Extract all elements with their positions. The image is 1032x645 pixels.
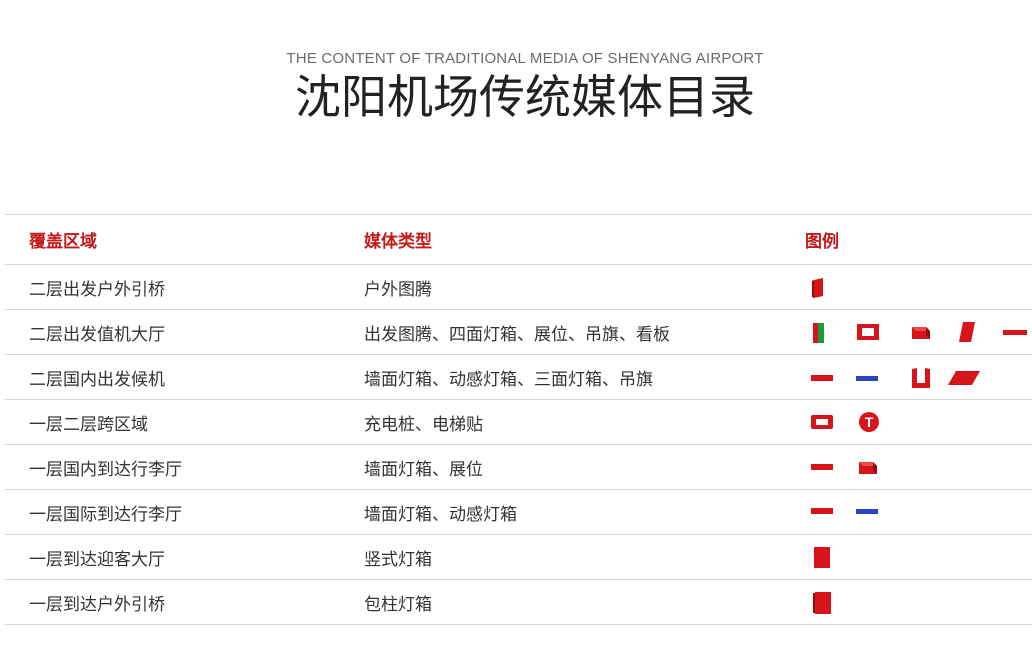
table-row: 一层到达户外引桥 包柱灯箱 (5, 580, 1032, 625)
media-type-cell: 充电桩、电梯贴 (364, 414, 483, 435)
media-type-cell: 墙面灯箱、展位 (364, 459, 483, 480)
column-header-area: 覆盖区域 (29, 232, 97, 252)
page-title: 沈阳机场传统媒体目录 (295, 70, 755, 124)
media-type-cell: 墙面灯箱、动感灯箱 (364, 504, 517, 525)
column-header-legend: 图例 (805, 232, 839, 252)
wall-lightbox-icon (811, 464, 833, 470)
hanging-flag-icon (948, 371, 980, 385)
totem-icon (813, 323, 824, 343)
table-row: 一层国内到达行李厅 墙面灯箱、展位 (5, 445, 1032, 490)
area-cell: 二层出发值机大厅 (29, 324, 165, 345)
area-cell: 二层出发户外引桥 (29, 279, 165, 300)
totem-icon (812, 278, 823, 298)
wall-lightbox-icon (811, 508, 833, 514)
three-sided-lightbox-icon (912, 368, 930, 388)
media-table: 覆盖区域 媒体类型 图例 二层出发户外引桥 户外图腾 二层出发值机大厅 出发图腾… (5, 214, 1032, 625)
area-cell: 二层国内出发候机 (29, 369, 165, 390)
billboard-icon (1003, 330, 1027, 335)
legend-cell: T (805, 400, 1032, 444)
booth-icon (859, 462, 877, 474)
table-row: 二层出发值机大厅 出发图腾、四面灯箱、展位、吊旗、看板 (5, 310, 1032, 355)
dynamic-lightbox-icon (856, 509, 878, 514)
svg-text:T: T (865, 414, 874, 430)
hanging-flag-icon (959, 322, 975, 342)
dynamic-lightbox-icon (856, 376, 878, 381)
legend-cell (805, 535, 1032, 579)
table-row: 二层国内出发候机 墙面灯箱、动感灯箱、三面灯箱、吊旗 (5, 355, 1032, 400)
wall-lightbox-icon (811, 375, 833, 381)
legend-cell (805, 445, 1032, 489)
legend-cell (805, 490, 1032, 534)
media-type-cell: 竖式灯箱 (364, 549, 432, 570)
media-type-cell: 包柱灯箱 (364, 594, 432, 615)
table-row: 一层到达迎客大厅 竖式灯箱 (5, 535, 1032, 580)
column-header-media-type: 媒体类型 (364, 232, 432, 252)
column-lightbox-icon (813, 592, 831, 614)
vertical-lightbox-icon (814, 547, 830, 568)
four-sided-lightbox-icon (857, 324, 879, 340)
legend-cell (805, 580, 1032, 624)
page-subtitle: THE CONTENT OF TRADITIONAL MEDIA OF SHEN… (286, 50, 764, 67)
area-cell: 一层二层跨区域 (29, 414, 148, 435)
table-header-row: 覆盖区域 媒体类型 图例 (5, 215, 1032, 265)
booth-icon (912, 327, 930, 339)
table-row: 一层国际到达行李厅 墙面灯箱、动感灯箱 (5, 490, 1032, 535)
area-cell: 一层国际到达行李厅 (29, 504, 182, 525)
area-cell: 一层国内到达行李厅 (29, 459, 182, 480)
elevator-sticker-icon: T (859, 412, 879, 432)
table-row: 二层出发户外引桥 户外图腾 (5, 265, 1032, 310)
area-cell: 一层到达户外引桥 (29, 594, 165, 615)
legend-cell (805, 265, 1032, 309)
media-type-cell: 户外图腾 (364, 279, 432, 300)
table-row: 一层二层跨区域 充电桩、电梯贴 T (5, 400, 1032, 445)
media-type-cell: 墙面灯箱、动感灯箱、三面灯箱、吊旗 (364, 369, 653, 390)
area-cell: 一层到达迎客大厅 (29, 549, 165, 570)
legend-cell (805, 355, 1032, 399)
charging-pile-icon (811, 415, 833, 429)
media-type-cell: 出发图腾、四面灯箱、展位、吊旗、看板 (364, 324, 670, 345)
legend-cell (805, 310, 1032, 354)
